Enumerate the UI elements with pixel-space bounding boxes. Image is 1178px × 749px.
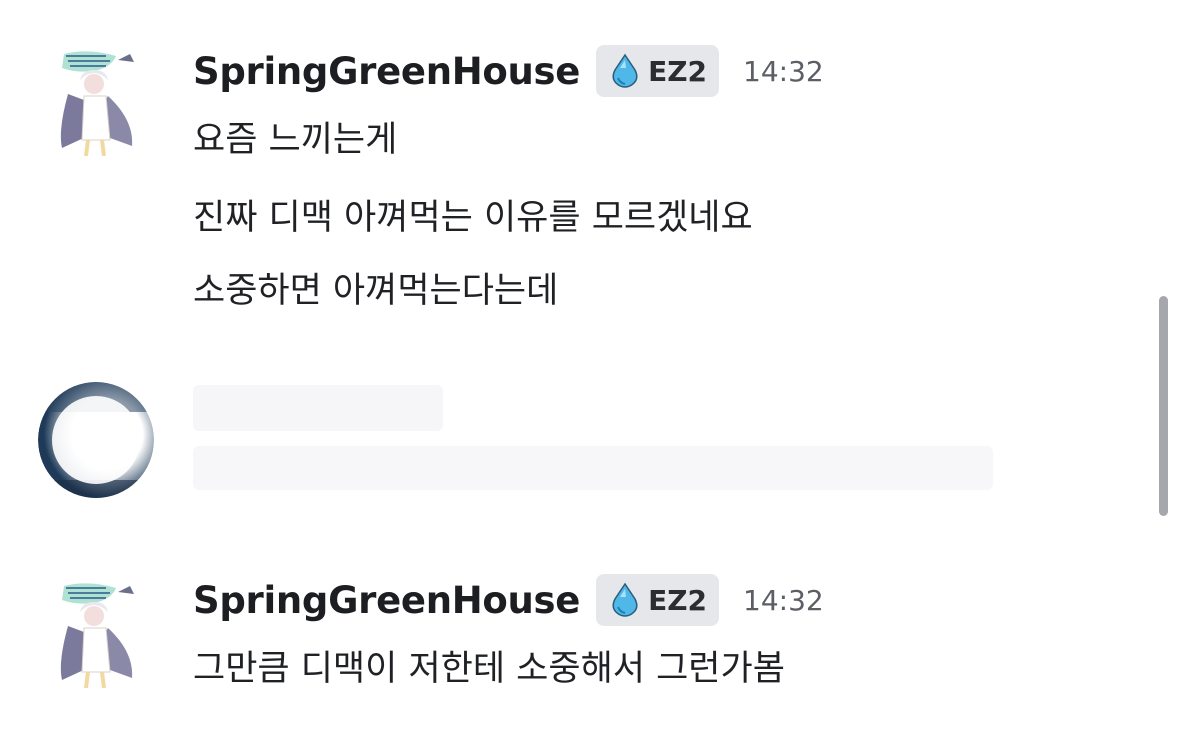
user-avatar[interactable]	[38, 572, 154, 688]
scrollbar-thumb[interactable]	[1159, 296, 1168, 516]
water-drop-gem-icon	[612, 53, 638, 88]
message-text: 소중하면 아껴먹는다는데	[193, 271, 559, 311]
user-avatar-obscured[interactable]	[38, 382, 154, 498]
message-header: SpringGreenHouse EZ2 14:32	[193, 44, 824, 98]
username[interactable]: SpringGreenHouse	[193, 50, 580, 93]
role-name: EZ2	[648, 583, 708, 617]
message-text: 그만큼 디맥이 저한테 소중해서 그런가봄	[193, 649, 785, 689]
role-badge[interactable]: EZ2	[596, 574, 720, 626]
role-name: EZ2	[648, 54, 708, 88]
blurred-avatar-icon	[38, 382, 154, 498]
username[interactable]: SpringGreenHouse	[193, 579, 580, 622]
message-timestamp[interactable]: 14:32	[743, 584, 824, 617]
message-timestamp[interactable]: 14:32	[743, 55, 824, 88]
message-text: 요즘 느끼는게	[193, 120, 398, 160]
message-text: 진짜 디맥 아껴먹는 이유를 모르겠네요	[193, 198, 753, 238]
anime-character-avatar-icon	[58, 578, 138, 688]
message-header: SpringGreenHouse EZ2 14:32	[193, 573, 824, 627]
anime-character-avatar-icon	[58, 46, 138, 156]
obscured-message-text	[193, 446, 993, 490]
obscured-username	[193, 385, 443, 431]
role-badge[interactable]: EZ2	[596, 45, 720, 97]
user-avatar[interactable]	[38, 40, 154, 156]
water-drop-gem-icon	[612, 582, 638, 617]
